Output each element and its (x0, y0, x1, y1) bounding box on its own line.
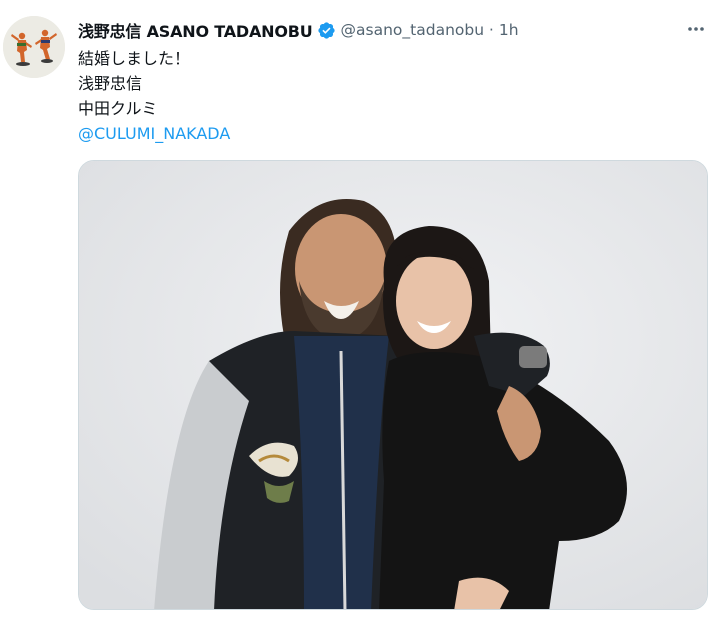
display-name[interactable]: 浅野忠信 ASANO TADANOBU (78, 18, 313, 42)
mention-link[interactable]: @CULUMI_NAKADA (78, 121, 230, 146)
tweet-header: 浅野忠信 ASANO TADANOBU @asano_tadanobu · 1h (78, 17, 519, 43)
header-separator: · (489, 21, 494, 39)
couple-photo-illustration (79, 161, 707, 609)
avatar-illustration (3, 16, 65, 78)
tweet-timestamp[interactable]: 1h (499, 21, 519, 39)
tweet-line-3: 中田クルミ (78, 99, 158, 118)
tweet-card[interactable]: 浅野忠信 ASANO TADANOBU @asano_tadanobu · 1h… (0, 0, 717, 619)
verified-badge-icon (317, 21, 336, 40)
profile-avatar[interactable] (3, 16, 65, 78)
tweet-line-1: 結婚しました！ (78, 49, 191, 68)
tweet-line-2: 浅野忠信 (78, 74, 143, 93)
more-options-icon[interactable] (683, 18, 709, 40)
tweet-text: 結婚しました！ 浅野忠信 中田クルミ @CULUMI_NAKADA (78, 46, 230, 146)
user-handle[interactable]: @asano_tadanobu (341, 21, 485, 39)
tweet-photo[interactable] (78, 160, 708, 610)
